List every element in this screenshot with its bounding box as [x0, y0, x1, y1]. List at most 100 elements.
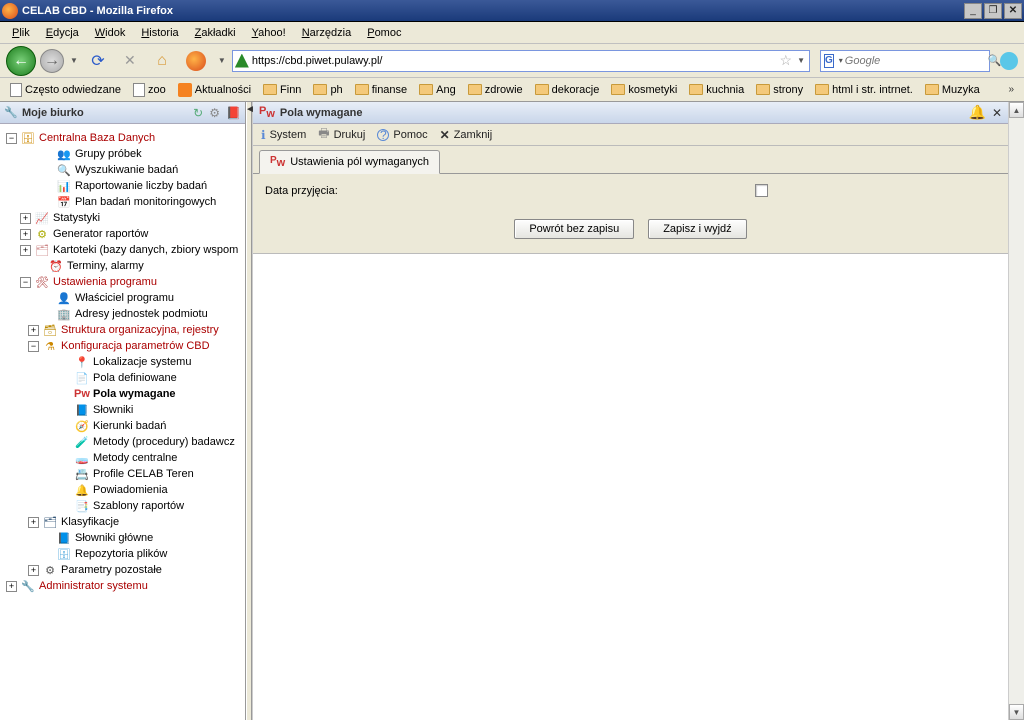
expand-icon[interactable]: + — [28, 565, 39, 576]
tree-item-kartoteki-bazy-danych-zbiory-wspom[interactable]: +🗂Kartoteki (bazy danych, zbiory wspom — [0, 242, 245, 258]
menu-pomoc[interactable]: Pomoc — [359, 25, 409, 41]
panel-close-icon[interactable]: ✕ — [992, 106, 1002, 120]
splitter[interactable]: ◄ — [246, 102, 252, 720]
tree-item-w-a-ciciel-programu[interactable]: 👤Właściciel programu — [0, 290, 245, 306]
tree-item-struktura-organizacyjna-rejestry[interactable]: +🗃Struktura organizacyjna, rejestry — [0, 322, 245, 338]
toolbar-close[interactable]: ✕Zamknij — [440, 128, 493, 142]
close-window-button[interactable]: ✕ — [1004, 3, 1022, 19]
bookmark-zdrowie[interactable]: zdrowie — [464, 82, 527, 98]
site-identity-icon[interactable] — [235, 54, 249, 68]
tree-item-administrator-systemu[interactable]: +🔧Administrator systemu — [0, 578, 245, 594]
url-bar[interactable]: ☆ ▼ — [232, 50, 810, 72]
tree-item-repozytoria-plik-w[interactable]: 🗄Repozytoria plików — [0, 546, 245, 562]
tree-item-adresy-jednostek-podmiotu[interactable]: 🏢Adresy jednostek podmiotu — [0, 306, 245, 322]
toolbar-system[interactable]: ℹSystem — [261, 128, 306, 142]
tree-item-wyszukiwanie-bada-[interactable]: 🔍Wyszukiwanie badań — [0, 162, 245, 178]
forward-button[interactable]: → — [40, 49, 64, 73]
tree-item-terminy-alarmy[interactable]: ⏰Terminy, alarmy — [0, 258, 245, 274]
back-button[interactable]: ← — [6, 46, 36, 76]
scroll-down-button[interactable]: ▼ — [1009, 704, 1024, 720]
notifications-icon[interactable]: 🔔 — [969, 104, 986, 121]
tree-item-szablony-raport-w[interactable]: 📑Szablony raportów — [0, 498, 245, 514]
menu-narzędzia[interactable]: Narzędzia — [294, 25, 360, 41]
search-input[interactable] — [845, 55, 988, 67]
bookmark-icon[interactable]: 📕 — [226, 106, 241, 120]
tab-required-fields[interactable]: Pw Ustawienia pól wymaganych — [259, 150, 440, 174]
restore-button[interactable]: ❐ — [984, 3, 1002, 19]
checkbox-data-przyjecia[interactable] — [755, 184, 768, 197]
minimize-button[interactable]: _ — [964, 3, 982, 19]
expand-icon[interactable]: + — [20, 229, 31, 240]
scroll-track[interactable] — [1009, 118, 1024, 704]
tree-item-lokalizacje-systemu[interactable]: 📍Lokalizacje systemu — [0, 354, 245, 370]
navigation-tree[interactable]: −🗄Centralna Baza Danych👥Grupy próbek🔍Wys… — [0, 124, 245, 720]
tree-item-raportowanie-liczby-bada-[interactable]: 📊Raportowanie liczby badań — [0, 178, 245, 194]
tree-item-statystyki[interactable]: +📈Statystyki — [0, 210, 245, 226]
tree-item-klasyfikacje[interactable]: +🗂Klasyfikacje — [0, 514, 245, 530]
toolbar-print[interactable]: 🖶Drukuj — [318, 124, 365, 145]
settings-gear-icon[interactable]: ⚙ — [209, 106, 220, 120]
expand-icon[interactable]: + — [20, 213, 31, 224]
bookmark-html-i-str.-intrnet.[interactable]: html i str. intrnet. — [811, 82, 917, 98]
tree-item-pola-definiowane[interactable]: 📄Pola definiowane — [0, 370, 245, 386]
bookmark-finn[interactable]: Finn — [259, 82, 305, 98]
bookmarks-overflow-icon[interactable]: » — [1004, 84, 1018, 95]
save-and-exit-button[interactable]: Zapisz i wyjdź — [648, 219, 746, 239]
menu-widok[interactable]: Widok — [87, 25, 134, 41]
expand-icon[interactable]: + — [28, 517, 39, 528]
url-dropdown-icon[interactable]: ▼ — [797, 56, 805, 65]
home-button[interactable]: ⌂ — [148, 47, 176, 75]
skype-icon[interactable] — [1000, 52, 1018, 70]
bookmark-zoo[interactable]: zoo — [129, 81, 170, 99]
tree-item-konfiguracja-parametr-w-cbd[interactable]: −⚗Konfiguracja parametrów CBD — [0, 338, 245, 354]
menu-yahoo![interactable]: Yahoo! — [244, 25, 294, 41]
tree-item-metody-procedury-badawcz[interactable]: 🧪Metody (procedury) badawcz — [0, 434, 245, 450]
tree-item-s-owniki[interactable]: 📘Słowniki — [0, 402, 245, 418]
vertical-scrollbar[interactable]: ▲ ▼ — [1008, 102, 1024, 720]
bookmark-dekoracje[interactable]: dekoracje — [531, 82, 604, 98]
bookmark-strony[interactable]: strony — [752, 82, 807, 98]
expand-icon[interactable]: + — [20, 245, 31, 256]
bookmark-muzyka[interactable]: Muzyka — [921, 82, 984, 98]
tree-item-plan-bada-monitoringowych[interactable]: 📅Plan badań monitoringowych — [0, 194, 245, 210]
menu-edycja[interactable]: Edycja — [38, 25, 87, 41]
tree-item-grupy-pr-bek[interactable]: 👥Grupy próbek — [0, 146, 245, 162]
tree-item-powiadomienia[interactable]: 🔔Powiadomienia — [0, 482, 245, 498]
tree-item-pola-wymagane[interactable]: PwPola wymagane — [0, 386, 245, 402]
history-dropdown-icon[interactable]: ▼ — [70, 56, 78, 65]
reload-button[interactable]: ⟳ — [84, 47, 112, 75]
logo-dropdown-icon[interactable]: ▼ — [218, 56, 226, 65]
collapse-icon[interactable]: − — [6, 133, 17, 144]
url-input[interactable] — [252, 55, 777, 67]
tree-item-ustawienia-programu[interactable]: −🛠Ustawienia programu — [0, 274, 245, 290]
refresh-tree-icon[interactable]: ↻ — [193, 106, 203, 120]
bookmark-ang[interactable]: Ang — [415, 82, 460, 98]
tree-item-s-owniki-g-wne[interactable]: 📘Słowniki główne — [0, 530, 245, 546]
collapse-icon[interactable]: − — [20, 277, 31, 288]
collapse-arrow-icon[interactable]: ◄ — [245, 104, 255, 115]
tree-item-kierunki-bada-[interactable]: 🧭Kierunki badań — [0, 418, 245, 434]
stop-button[interactable]: ✕ — [116, 47, 144, 75]
search-bar[interactable]: G ▾ 🔍 — [820, 50, 990, 72]
bookmark-ph[interactable]: ph — [309, 82, 346, 98]
menu-zakładki[interactable]: Zakładki — [187, 25, 244, 41]
tree-item-parametry-pozosta-e[interactable]: +⚙Parametry pozostałe — [0, 562, 245, 578]
engine-dropdown-icon[interactable]: ▾ — [839, 56, 843, 65]
back-without-save-button[interactable]: Powrót bez zapisu — [514, 219, 634, 239]
toolbar-help[interactable]: ?Pomoc — [377, 129, 427, 141]
expand-icon[interactable]: + — [28, 325, 39, 336]
tree-item-centralna-baza-danych[interactable]: −🗄Centralna Baza Danych — [0, 130, 245, 146]
menu-plik[interactable]: Plik — [4, 25, 38, 41]
bookmark-finanse[interactable]: finanse — [351, 82, 411, 98]
collapse-icon[interactable]: − — [28, 341, 39, 352]
expand-icon[interactable]: + — [6, 581, 17, 592]
scroll-up-button[interactable]: ▲ — [1009, 102, 1024, 118]
tree-item-metody-centralne[interactable]: 🧫Metody centralne — [0, 450, 245, 466]
bookmark-star-icon[interactable]: ☆ — [780, 52, 793, 69]
bookmark-kuchnia[interactable]: kuchnia — [685, 82, 748, 98]
tree-item-profile-celab-teren[interactable]: 📇Profile CELAB Teren — [0, 466, 245, 482]
bookmark-często-odwiedzane[interactable]: Często odwiedzane — [6, 81, 125, 99]
bookmark-aktualności[interactable]: Aktualności — [174, 81, 255, 99]
google-engine-icon[interactable]: G — [824, 54, 834, 68]
bookmark-kosmetyki[interactable]: kosmetyki — [607, 82, 681, 98]
